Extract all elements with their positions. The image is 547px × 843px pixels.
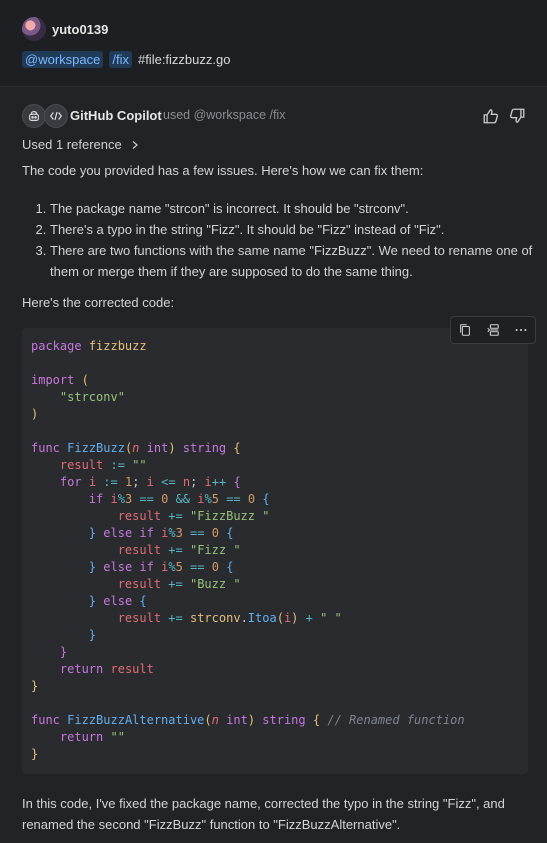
code-brackets-icon [44,104,68,128]
corrected-code-label: Here's the corrected code: [22,295,175,310]
agent-icons [22,104,68,128]
response-intro: The code you provided has a few issues. … [22,163,424,178]
thumbs-down-icon[interactable] [508,107,526,125]
response-summary: In this code, I've fixed the package nam… [22,796,505,832]
more-icon[interactable] [514,323,528,337]
copilot-icon [22,104,46,128]
list-item: There's a typo in the string "Fizz". It … [50,219,547,240]
used-references-toggle[interactable]: Used 1 reference [22,137,140,152]
file-reference[interactable]: #file:fizzbuzz.go [138,52,231,67]
user-query: @workspace /fix #file:fizzbuzz.go [22,51,230,68]
username: yuto0139 [52,22,109,37]
user-request: yuto0139 @workspace /fix #file:fizzbuzz.… [0,0,547,87]
code-block-toolbar [450,316,536,344]
user-avatar[interactable] [22,17,46,41]
list-item: The package name "strcon" is incorrect. … [50,198,547,219]
copy-icon[interactable] [458,323,472,337]
agent-name: GitHub Copilot [70,108,162,123]
code-content[interactable]: package fizzbuzz import ( "strconv" ) fu… [31,338,465,763]
thumbs-up-icon[interactable] [482,107,500,125]
fix-command-chip[interactable]: /fix [109,51,132,68]
issues-list: The package name "strcon" is incorrect. … [22,198,547,282]
agent-used-commands: used @workspace /fix [163,108,286,122]
insert-at-cursor-icon[interactable] [486,323,500,337]
workspace-chip[interactable]: @workspace [22,51,104,68]
used-references-label: Used 1 reference [22,137,122,152]
chevron-right-icon [132,140,138,149]
list-item: There are two functions with the same na… [50,240,547,282]
